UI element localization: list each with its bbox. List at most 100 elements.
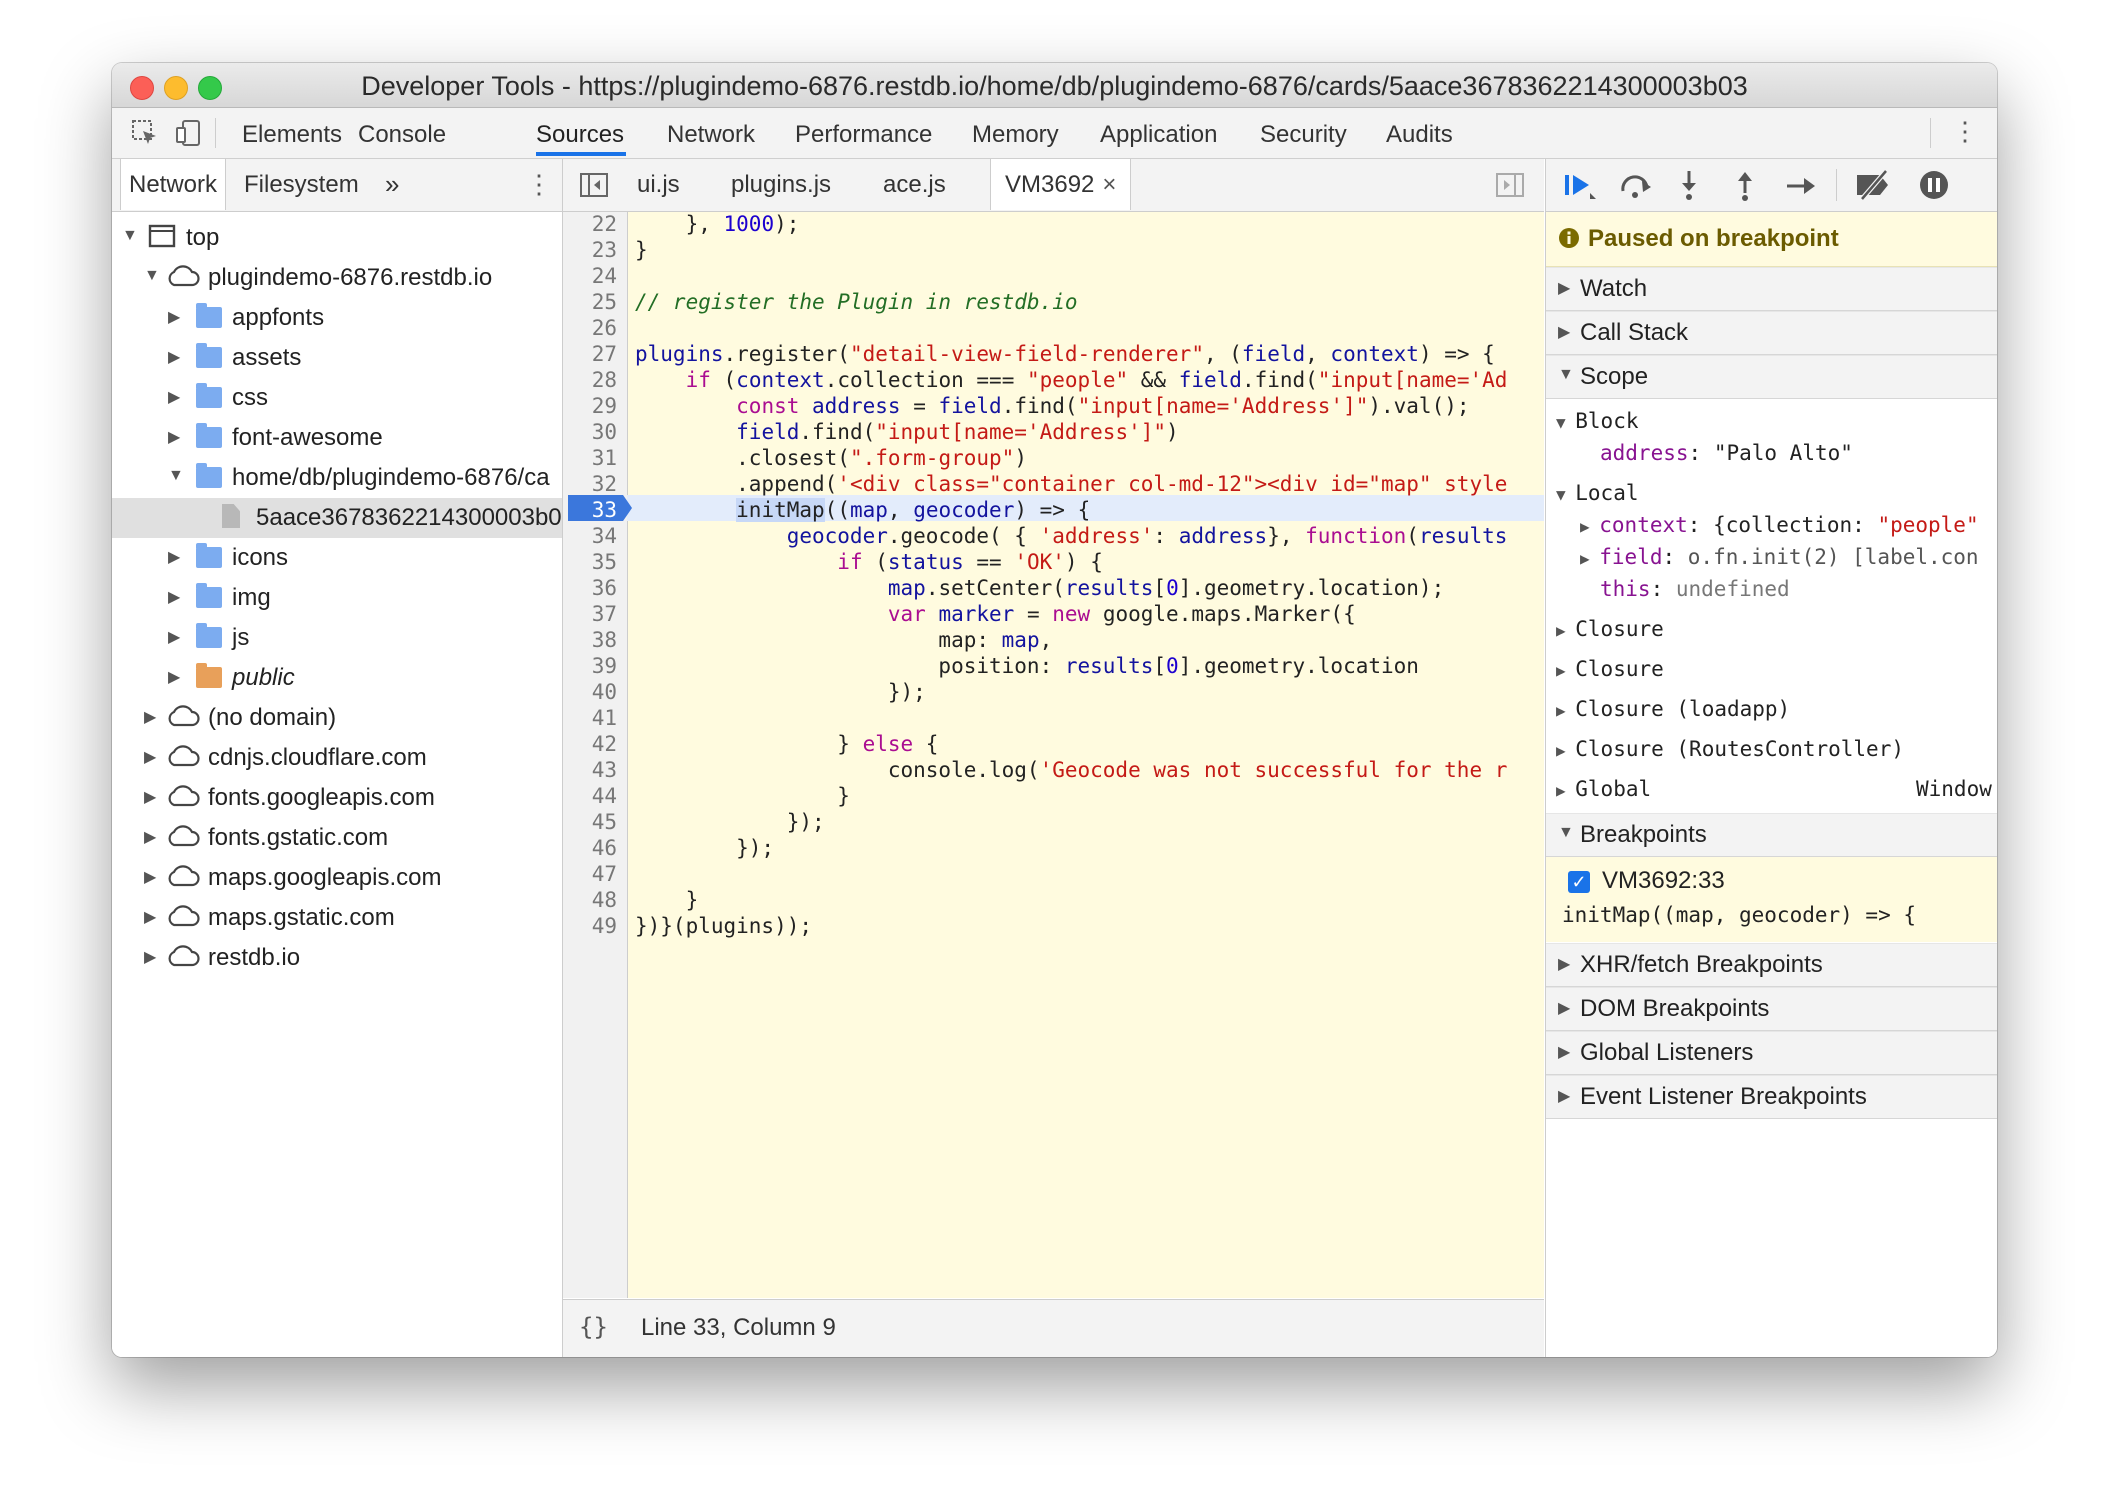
tab-elements[interactable]: Elements [242,121,342,149]
step-into-icon[interactable] [1674,169,1704,206]
tree-label: 5aace3678362214300003b0 [256,504,562,531]
collapsed-triangle-icon: ▶ [1556,621,1576,640]
tab-plugins-js[interactable]: plugins.js [731,171,831,199]
navigator-menu-icon[interactable]: ⋮ [526,171,552,197]
code-line: initMap((map, geocoder) => { [736,498,1091,522]
tab-ui-js[interactable]: ui.js [637,171,680,199]
scope-closure[interactable]: ▶ Closure (RoutesController) [1556,737,1904,761]
tab-label: VM3692 [1005,171,1095,198]
tab-sources[interactable]: Sources [536,121,624,149]
tree-item-domain[interactable]: ▼ plugindemo-6876.restdb.io [112,258,562,298]
main-tab-bar: Elements Console Sources Network Perform… [112,108,1997,159]
tree-label: cdnjs.cloudflare.com [208,744,427,771]
pause-on-exceptions-icon[interactable] [1918,169,1950,206]
line-number: 25 [591,290,617,314]
scope-var-context[interactable]: ▶ context: {collection: "people" [1580,513,1979,537]
resume-icon[interactable] [1562,171,1598,206]
scope-label: Closure (loadapp) [1575,697,1791,721]
line-number: 48 [591,888,617,912]
breakpoint-entry[interactable]: ✓ VM3692:33 initMap((map, geocoder) => { [1546,857,1997,942]
step-over-icon[interactable] [1618,171,1654,206]
step-out-icon[interactable] [1730,169,1760,206]
collapsed-triangle-icon: ▶ [144,749,157,766]
tab-vm3692[interactable]: VM3692 × [990,159,1132,210]
section-xhr-breakpoints[interactable]: ▶ XHR/fetch Breakpoints [1546,943,1997,987]
tab-network[interactable]: Network [667,121,755,149]
expand-triangle-icon: ▼ [1558,366,1574,383]
cloud-icon [166,823,200,854]
line-number: 46 [591,836,617,860]
line-number: 31 [591,446,617,470]
tree-label: img [232,584,271,611]
tab-filesystem[interactable]: Filesystem [244,171,359,199]
breakpoint-checkbox[interactable]: ✓ [1568,871,1590,893]
scope-local[interactable]: ▼ Local [1556,481,1638,505]
tab-network-navigator[interactable]: Network [120,159,227,210]
tab-security[interactable]: Security [1260,121,1347,149]
tree-item-folder[interactable]: ▶ img [112,578,562,618]
toggle-debugger-icon[interactable] [1495,171,1525,204]
toggle-navigator-icon[interactable] [579,171,609,204]
scope-closure[interactable]: ▶ Closure [1556,617,1664,641]
collapsed-triangle-icon: ▶ [168,549,181,566]
tab-audits[interactable]: Audits [1386,121,1453,149]
scope-var-field[interactable]: ▶ field: o.fn.init(2) [label.con [1580,545,1979,569]
section-event-listener-breakpoints[interactable]: ▶ Event Listener Breakpoints [1546,1075,1997,1119]
tree-item-folder[interactable]: ▶ font-awesome [112,418,562,458]
section-global-listeners[interactable]: ▶ Global Listeners [1546,1031,1997,1075]
tree-item-folder-expanded[interactable]: ▼ home/db/plugindemo-6876/ca [112,458,562,498]
tree-item-file-selected[interactable]: 5aace3678362214300003b0 [112,498,562,538]
section-scope[interactable]: ▼ Scope [1546,355,1997,399]
tree-item-folder[interactable]: ▶ icons [112,538,562,578]
collapsed-triangle-icon: ▶ [1556,741,1576,760]
code-line: } else { [635,732,939,756]
tree-item-domain[interactable]: ▶ fonts.googleapis.com [112,778,562,818]
inspect-element-icon[interactable] [130,118,160,153]
tree-item-folder[interactable]: ▶ js [112,618,562,658]
tree-item-domain[interactable]: ▶ restdb.io [112,938,562,978]
tree-item-domain[interactable]: ▶ fonts.gstatic.com [112,818,562,858]
expand-triangle-icon: ▼ [1558,824,1574,841]
tree-label: fonts.gstatic.com [208,824,389,851]
scope-closure[interactable]: ▶ Closure [1556,657,1664,681]
more-options-icon[interactable]: ⋮ [1952,118,1978,144]
tab-application[interactable]: Application [1100,121,1217,149]
tab-console[interactable]: Console [358,121,446,149]
collapsed-triangle-icon: ▶ [1558,1044,1571,1061]
more-tabs-icon[interactable]: » [385,169,399,200]
tree-item-folder[interactable]: ▶ css [112,378,562,418]
pretty-print-icon[interactable]: {} [579,1313,608,1341]
tree-item-folder[interactable]: ▶ assets [112,338,562,378]
info-icon [1558,227,1580,254]
collapsed-triangle-icon: ▶ [168,389,181,406]
code-editor[interactable]: 22 23 24 25 26 27 28 29 30 31 32 33 34 3… [563,212,1544,1298]
section-dom-breakpoints[interactable]: ▶ DOM Breakpoints [1546,987,1997,1031]
scope-block[interactable]: ▼ Block [1556,409,1638,433]
tree-label: fonts.googleapis.com [208,784,435,811]
tree-item-top[interactable]: ▼ top [112,218,562,258]
paused-banner: Paused on breakpoint [1546,212,1997,267]
tree-item-domain[interactable]: ▶ cdnjs.cloudflare.com [112,738,562,778]
device-toolbar-icon[interactable] [174,118,204,153]
tree-item-folder-public[interactable]: ▶ public [112,658,562,698]
section-call-stack[interactable]: ▶ Call Stack [1546,311,1997,355]
deactivate-breakpoints-icon[interactable] [1854,169,1894,206]
section-title: XHR/fetch Breakpoints [1580,951,1823,978]
tab-ace-js[interactable]: ace.js [883,171,946,199]
var-value: {collection: [1713,513,1878,537]
tree-item-domain[interactable]: ▶ maps.googleapis.com [112,858,562,898]
tab-performance[interactable]: Performance [795,121,932,149]
editor-panel: ui.js plugins.js ace.js VM3692 × 22 23 24… [563,159,1544,1357]
tree-label: (no domain) [208,704,337,731]
scope-global[interactable]: ▶ Global [1556,777,1651,801]
tree-item-folder[interactable]: ▶ appfonts [112,298,562,338]
tree-item-domain[interactable]: ▶ (no domain) [112,698,562,738]
code-line: field.find("input[name='Address']") [736,420,1179,444]
scope-closure[interactable]: ▶ Closure (loadapp) [1556,697,1790,721]
step-icon[interactable] [1784,171,1818,206]
tab-memory[interactable]: Memory [972,121,1059,149]
section-watch[interactable]: ▶ Watch [1546,267,1997,311]
tree-item-domain[interactable]: ▶ maps.gstatic.com [112,898,562,938]
section-breakpoints[interactable]: ▼ Breakpoints [1546,813,1997,857]
close-tab-icon[interactable]: × [1102,171,1116,198]
